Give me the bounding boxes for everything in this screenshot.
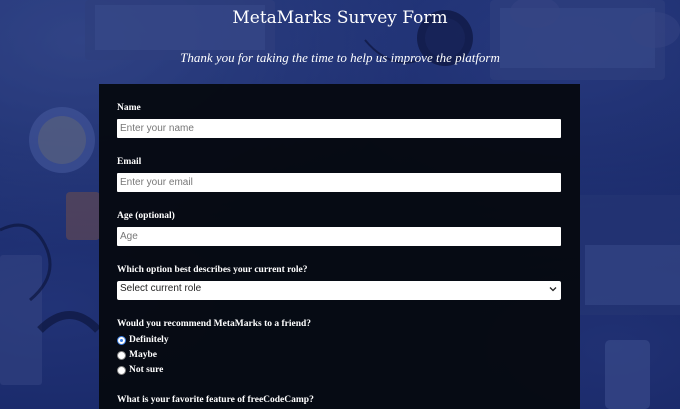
- role-dropdown[interactable]: Select current role: [117, 281, 561, 300]
- name-input[interactable]: [117, 119, 561, 138]
- radio-button[interactable]: [117, 335, 126, 345]
- email-input[interactable]: [117, 173, 561, 192]
- radio-label: Not sure: [129, 365, 164, 375]
- radio-option-definitely[interactable]: Definitely: [117, 334, 169, 346]
- page-subtitle: Thank you for taking the time to help us…: [180, 50, 500, 65]
- radio-button[interactable]: [117, 365, 126, 375]
- recommend-label: Would you recommend MetaMarks to a frien…: [117, 319, 312, 329]
- role-dropdown-value: Select current role: [120, 283, 202, 294]
- chevron-down-icon: [549, 287, 557, 292]
- email-label: Email: [117, 157, 142, 167]
- age-label: Age (optional): [117, 211, 175, 221]
- radio-option-not-sure[interactable]: Not sure: [117, 364, 163, 376]
- favorite-feature-label: What is your favorite feature of freeCod…: [117, 395, 314, 405]
- age-input[interactable]: [117, 227, 561, 246]
- radio-label: Definitely: [129, 335, 169, 345]
- survey-form: Name Email Age (optional) Which option b…: [99, 84, 580, 409]
- radio-option-maybe[interactable]: Maybe: [117, 349, 157, 361]
- page-title: MetaMarks Survey Form: [232, 8, 448, 28]
- radio-label: Maybe: [129, 350, 157, 360]
- radio-button[interactable]: [117, 350, 126, 360]
- role-label: Which option best describes your current…: [117, 265, 308, 275]
- name-label: Name: [117, 103, 141, 113]
